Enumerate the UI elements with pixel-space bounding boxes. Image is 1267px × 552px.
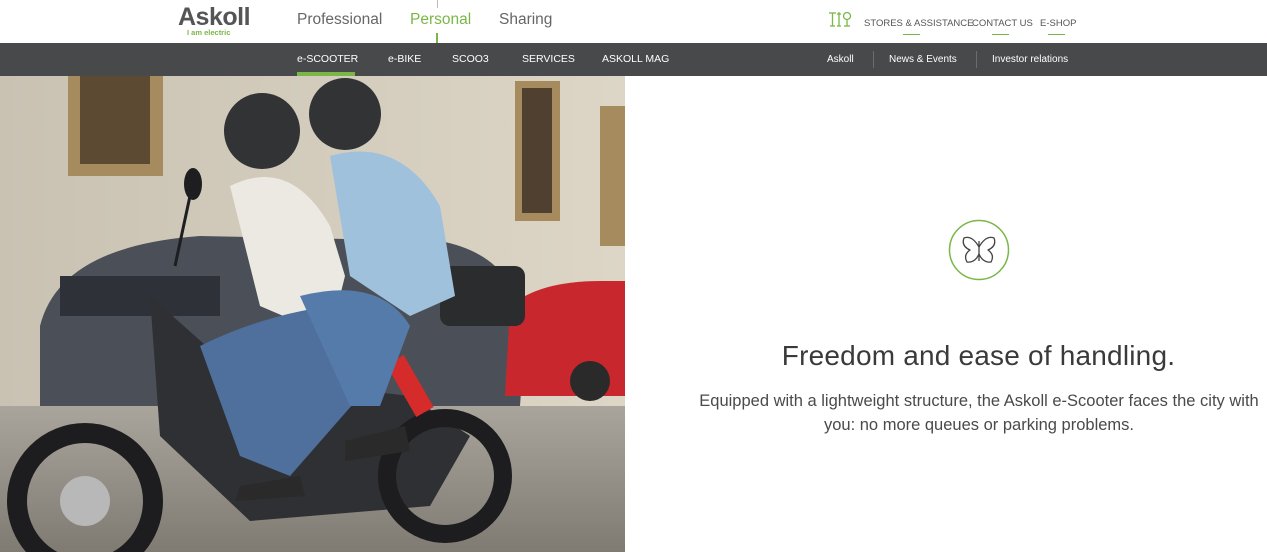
butterfly-icon xyxy=(948,219,1010,281)
stores-assistance-link[interactable]: STORES & ASSISTANCE xyxy=(864,18,973,29)
eshop-underline xyxy=(1048,34,1065,35)
nav-scoo3[interactable]: SCOO3 xyxy=(452,53,489,65)
corporate-news-link[interactable]: News & Events xyxy=(889,54,957,65)
nav-separator xyxy=(976,51,977,68)
askoll-logo[interactable]: Askoll I am electric xyxy=(178,3,251,37)
segment-divider xyxy=(437,0,438,8)
hero-photo xyxy=(0,76,625,552)
top-header: Askoll I am electric Professional Person… xyxy=(0,0,1267,47)
segment-personal[interactable]: Personal xyxy=(410,11,471,29)
eshop-link[interactable]: E-SHOP xyxy=(1040,18,1076,29)
corporate-askoll-link[interactable]: Askoll xyxy=(827,54,854,65)
segment-sharing[interactable]: Sharing xyxy=(499,11,552,29)
nav-separator xyxy=(873,51,874,68)
nav-e-scooter[interactable]: e-SCOOTER xyxy=(297,53,358,65)
store-locator-icon[interactable] xyxy=(828,10,854,28)
feature-title: Freedom and ease of handling. xyxy=(781,340,1176,372)
feature-description: Equipped with a lightweight structure, t… xyxy=(699,391,1259,434)
contact-underline xyxy=(992,34,1009,35)
nav-e-bike[interactable]: e-BIKE xyxy=(388,53,421,65)
main-nav-bar: e-SCOOTER e-BIKE SCOO3 SERVICES ASKOLL M… xyxy=(0,43,1267,76)
hero-scooter-illustration xyxy=(0,76,625,552)
logo-tagline: I am electric xyxy=(187,28,231,37)
contact-us-link[interactable]: CONTACT US xyxy=(972,18,1033,29)
nav-askoll-mag[interactable]: ASKOLL MAG xyxy=(602,53,669,65)
segment-professional[interactable]: Professional xyxy=(297,11,382,29)
corporate-investor-link[interactable]: Investor relations xyxy=(992,54,1068,65)
nav-services[interactable]: SERVICES xyxy=(522,53,575,65)
stores-underline xyxy=(903,34,920,35)
